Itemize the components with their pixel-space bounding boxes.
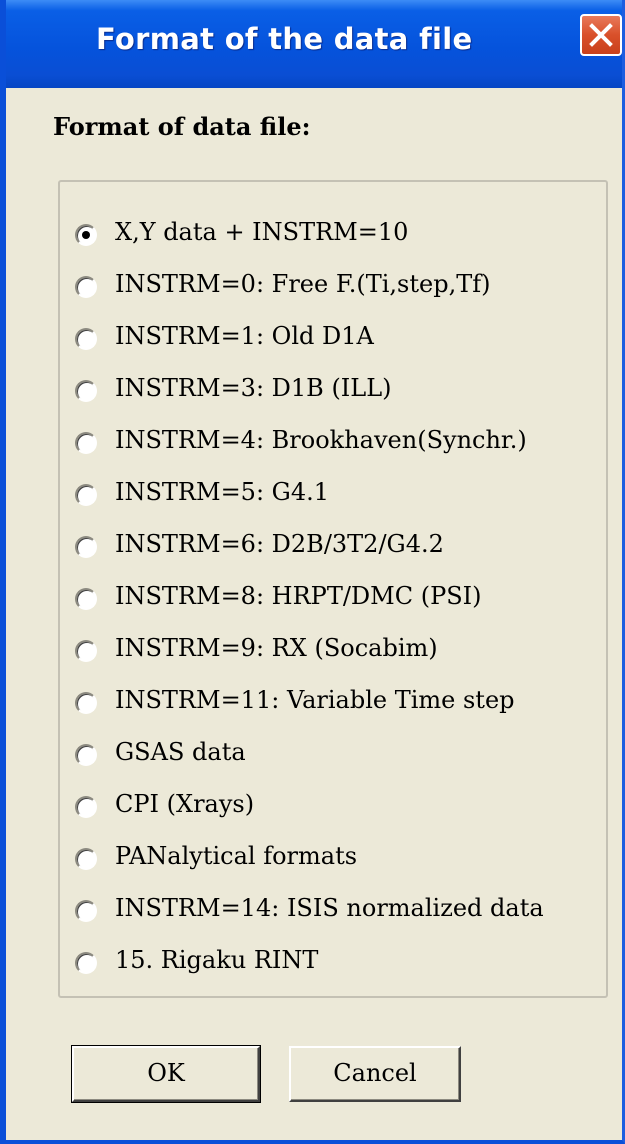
radio-button-icon[interactable]	[75, 484, 97, 506]
radio-button-icon[interactable]	[75, 328, 97, 350]
dialog-window: Format of the data file Format of data f…	[0, 0, 625, 1144]
format-option-label: X,Y data + INSTRM=10	[115, 218, 409, 246]
close-icon	[589, 23, 613, 47]
format-option-label: INSTRM=14: ISIS normalized data	[115, 894, 544, 922]
radio-button-icon[interactable]	[75, 952, 97, 974]
format-option-label: INSTRM=8: HRPT/DMC (PSI)	[115, 582, 482, 610]
format-option-label: INSTRM=11: Variable Time step	[115, 686, 515, 714]
format-option[interactable]: INSTRM=14: ISIS normalized data	[68, 890, 598, 942]
title-bar[interactable]: Format of the data file	[6, 0, 622, 88]
radio-button-icon[interactable]	[75, 432, 97, 454]
format-option[interactable]: INSTRM=6: D2B/3T2/G4.2	[68, 526, 598, 578]
close-button[interactable]	[580, 14, 622, 56]
format-option[interactable]: INSTRM=9: RX (Socabim)	[68, 630, 598, 682]
format-option[interactable]: INSTRM=3: D1B (ILL)	[68, 370, 598, 422]
format-option-label: 15. Rigaku RINT	[115, 946, 319, 974]
radio-selected-dot	[82, 231, 90, 239]
format-option[interactable]: INSTRM=1: Old D1A	[68, 318, 598, 370]
cancel-button[interactable]: Cancel	[289, 1046, 461, 1102]
format-option[interactable]: X,Y data + INSTRM=10	[68, 214, 598, 266]
format-heading: Format of data file:	[53, 112, 311, 141]
format-option-label: INSTRM=6: D2B/3T2/G4.2	[115, 530, 444, 558]
format-option[interactable]: PANalytical formats	[68, 838, 598, 890]
format-option-label: INSTRM=0: Free F.(Ti,step,Tf)	[115, 270, 491, 298]
format-option[interactable]: INSTRM=4: Brookhaven(Synchr.)	[68, 422, 598, 474]
radio-button-icon[interactable]	[75, 380, 97, 402]
radio-button-icon[interactable]	[75, 536, 97, 558]
format-option-label: INSTRM=1: Old D1A	[115, 322, 374, 350]
format-option-label: INSTRM=4: Brookhaven(Synchr.)	[115, 426, 527, 454]
format-option[interactable]: INSTRM=5: G4.1	[68, 474, 598, 526]
format-option[interactable]: INSTRM=8: HRPT/DMC (PSI)	[68, 578, 598, 630]
radio-button-icon[interactable]	[75, 276, 97, 298]
format-options-list: X,Y data + INSTRM=10 INSTRM=0: Free F.(Ti…	[68, 214, 598, 994]
format-option[interactable]: INSTRM=0: Free F.(Ti,step,Tf)	[68, 266, 598, 318]
radio-button-icon[interactable]	[75, 640, 97, 662]
format-option-label: GSAS data	[115, 738, 246, 766]
radio-button-icon[interactable]	[75, 224, 97, 246]
radio-button-icon[interactable]	[75, 588, 97, 610]
ok-button[interactable]: OK	[72, 1046, 260, 1102]
window-title: Format of the data file	[96, 22, 473, 56]
format-option[interactable]: GSAS data	[68, 734, 598, 786]
radio-button-icon[interactable]	[75, 796, 97, 818]
radio-button-icon[interactable]	[75, 744, 97, 766]
format-option-label: CPI (Xrays)	[115, 790, 255, 818]
format-option[interactable]: INSTRM=11: Variable Time step	[68, 682, 598, 734]
format-option-label: INSTRM=9: RX (Socabim)	[115, 634, 438, 662]
format-option-label: INSTRM=5: G4.1	[115, 478, 330, 506]
format-option[interactable]: CPI (Xrays)	[68, 786, 598, 838]
format-option[interactable]: 15. Rigaku RINT	[68, 942, 598, 994]
radio-button-icon[interactable]	[75, 692, 97, 714]
radio-button-icon[interactable]	[75, 900, 97, 922]
radio-button-icon[interactable]	[75, 848, 97, 870]
format-option-label: PANalytical formats	[115, 842, 358, 870]
format-option-label: INSTRM=3: D1B (ILL)	[115, 374, 392, 402]
